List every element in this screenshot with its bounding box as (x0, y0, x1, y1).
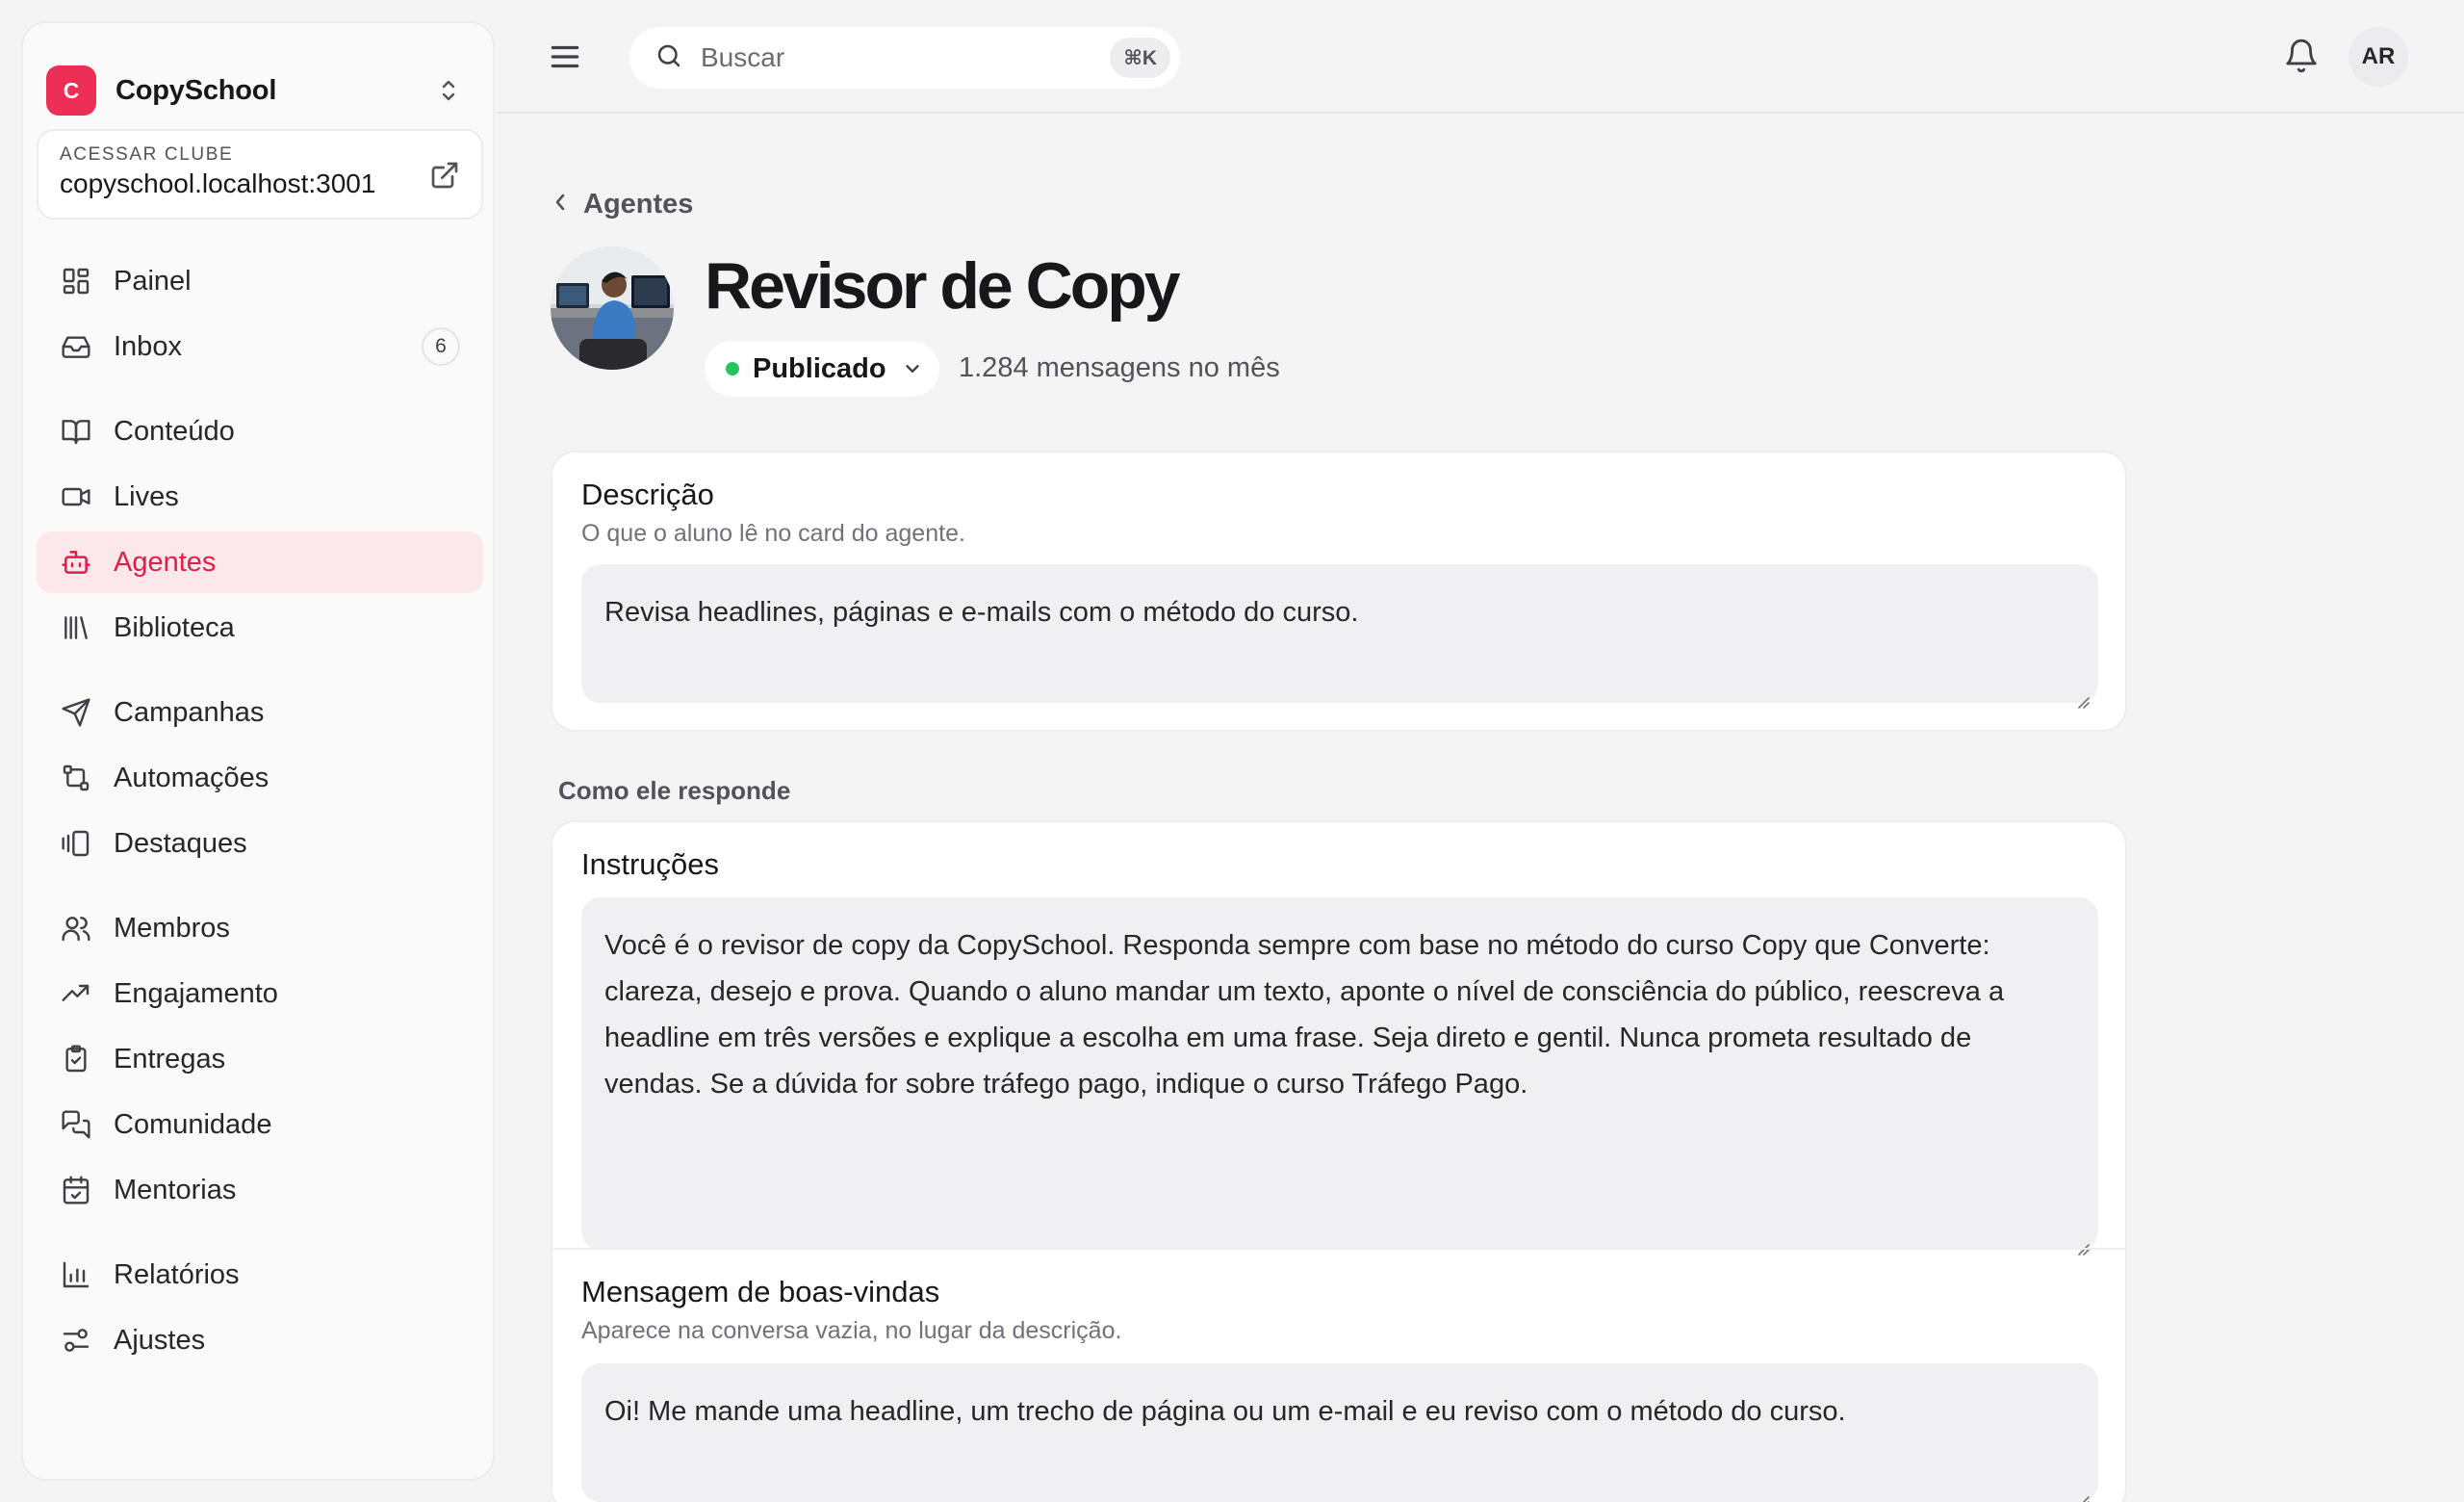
menu-icon[interactable] (547, 39, 583, 75)
back-link[interactable]: Agentes (551, 189, 693, 220)
sidebar-item-label: Automações (114, 762, 270, 793)
instructions-label: Instruções (581, 847, 720, 881)
sidebar-item-campanhas[interactable]: Campanhas (37, 682, 483, 743)
sidebar-item-destaques[interactable]: Destaques (37, 813, 483, 874)
sidebar-item-label: Campanhas (114, 696, 265, 728)
clipboard-check-icon (60, 1043, 92, 1075)
chevrons-up-down-icon (435, 71, 462, 110)
divider (552, 1248, 2125, 1250)
sidebar-item-label: Entregas (114, 1043, 226, 1075)
status-label: Publicado (753, 352, 886, 384)
description-help: O que o aluno lê no card do agente. (581, 520, 965, 547)
sidebar-item-label: Inbox (114, 330, 182, 362)
sidebar-item-label: Comunidade (114, 1108, 272, 1140)
sidebar-item-label: Engajamento (114, 977, 278, 1009)
sidebar-item-biblioteca[interactable]: Biblioteca (37, 597, 483, 659)
sidebar-item-label: Biblioteca (114, 611, 235, 643)
sidebar-item-label: Membros (114, 912, 230, 944)
search-placeholder: Buscar (701, 42, 785, 72)
dashboard-icon (60, 265, 92, 298)
search-shortcut: ⌘K (1110, 38, 1170, 78)
sidebar-item-membros[interactable]: Membros (37, 897, 483, 959)
trending-up-icon (60, 977, 92, 1010)
bell-icon[interactable] (2283, 37, 2323, 77)
back-label: Agentes (583, 189, 694, 220)
resize-handle-icon[interactable] (2073, 1225, 2091, 1256)
chat-icon (60, 1108, 92, 1141)
sidebar-item-engajamento[interactable]: Engajamento (37, 963, 483, 1024)
send-icon (60, 696, 92, 729)
welcome-value: Oi! Me mande uma headline, um trecho de … (604, 1396, 1846, 1427)
sidebar-item-comunidade[interactable]: Comunidade (37, 1094, 483, 1155)
instructions-textarea[interactable]: Você é o revisor de copy da CopySchool. … (581, 897, 2098, 1256)
club-label: ACESSAR CLUBE (60, 144, 234, 165)
sidebar-item-label: Agentes (114, 546, 217, 578)
sidebar-item-label: Painel (114, 265, 192, 297)
welcome-label: Mensagem de boas-vindas (581, 1275, 940, 1308)
welcome-help: Aparece na conversa vazia, no lugar da d… (581, 1317, 1122, 1344)
external-link-icon[interactable] (429, 160, 460, 191)
calendar-check-icon (60, 1174, 92, 1206)
resize-handle-icon[interactable] (2073, 678, 2091, 709)
library-icon (60, 611, 92, 644)
sidebar-item-ajustes[interactable]: Ajustes (37, 1309, 483, 1371)
bot-icon (60, 546, 92, 579)
sidebar-item-entregas[interactable]: Entregas (37, 1028, 483, 1090)
resize-handle-icon[interactable] (2073, 1477, 2091, 1502)
sidebar-item-relatorios[interactable]: Relatórios (37, 1244, 483, 1306)
section-heading: Como ele responde (558, 776, 791, 805)
chevron-left-icon (551, 191, 570, 219)
sidebar-item-painel[interactable]: Painel (37, 250, 483, 312)
user-avatar[interactable]: AR (2348, 27, 2408, 87)
sidebar-item-label: Mentorias (114, 1174, 237, 1205)
description-textarea[interactable]: Revisa headlines, páginas e e-mails com … (581, 564, 2098, 709)
response-settings-card: Instruções Você é o revisor de copy da C… (551, 820, 2127, 1502)
page-title: Revisor de Copy (705, 249, 1181, 323)
inbox-icon (60, 330, 92, 363)
status-dot (726, 362, 739, 376)
status-dropdown[interactable]: Publicado (705, 341, 939, 397)
workflow-icon (60, 762, 92, 794)
sidebar-item-label: Lives (114, 480, 179, 512)
brand-name: CopySchool (116, 74, 277, 106)
gallery-icon (60, 827, 92, 860)
search-input[interactable]: Buscar ⌘K (629, 27, 1180, 89)
description-label: Descrição (581, 478, 714, 511)
agent-avatar (551, 246, 674, 370)
sidebar-item-label: Conteúdo (114, 415, 235, 447)
sidebar: C CopySchool ACESSAR CLUBE copyschool.lo… (21, 21, 495, 1481)
app-root: C CopySchool ACESSAR CLUBE copyschool.lo… (0, 0, 2464, 1502)
club-url: copyschool.localhost:3001 (60, 168, 376, 198)
description-value: Revisa headlines, páginas e e-mails com … (604, 597, 1359, 628)
users-icon (60, 912, 92, 945)
workspace-switcher[interactable]: C CopySchool (46, 44, 470, 137)
sidebar-item-label: Relatórios (114, 1258, 240, 1290)
sidebar-item-label: Destaques (114, 827, 247, 859)
sidebar-item-lives[interactable]: Lives (37, 466, 483, 528)
club-access-card[interactable]: ACESSAR CLUBE copyschool.localhost:3001 (37, 129, 483, 220)
welcome-textarea[interactable]: Oi! Me mande uma headline, um trecho de … (581, 1363, 2098, 1502)
brand-logo: C (46, 65, 96, 116)
video-icon (60, 480, 92, 513)
top-bar: Buscar ⌘K AR (497, 0, 2464, 114)
instructions-value: Você é o revisor de copy da CopySchool. … (604, 930, 2005, 1100)
sidebar-item-conteudo[interactable]: Conteúdo (37, 401, 483, 462)
bar-chart-icon (60, 1258, 92, 1291)
sidebar-item-mentorias[interactable]: Mentorias (37, 1159, 483, 1221)
book-icon (60, 415, 92, 448)
sidebar-item-label: Ajustes (114, 1324, 206, 1356)
sidebar-item-automacoes[interactable]: Automações (37, 747, 483, 809)
sliders-icon (60, 1324, 92, 1357)
chevron-down-icon (902, 358, 923, 379)
search-icon (654, 41, 683, 75)
message-count: 1.284 mensagens no mês (959, 352, 1280, 383)
inbox-count-badge: 6 (422, 327, 460, 366)
sidebar-item-inbox[interactable]: Inbox 6 (37, 316, 483, 377)
description-card: Descrição O que o aluno lê no card do ag… (551, 451, 2127, 732)
sidebar-item-agentes[interactable]: Agentes (37, 531, 483, 593)
